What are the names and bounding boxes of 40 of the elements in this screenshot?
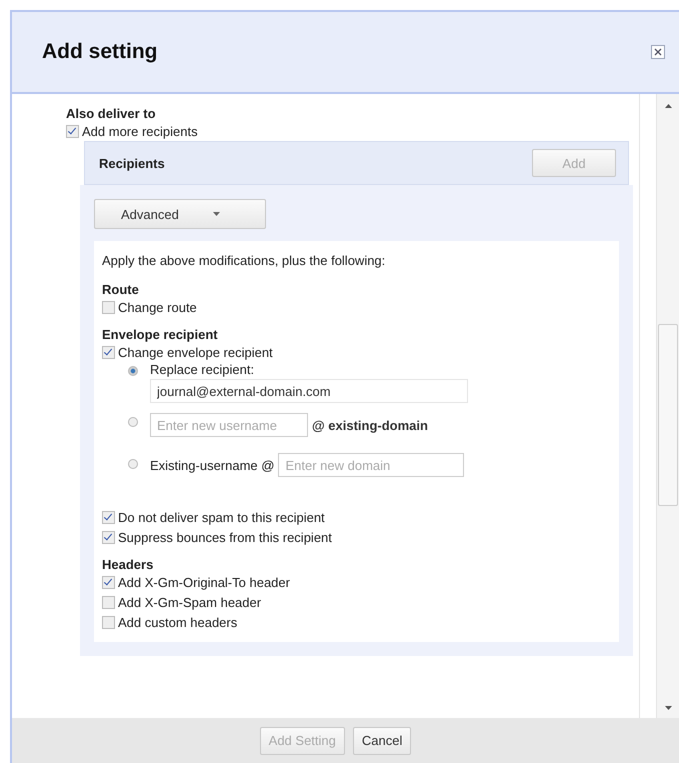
dialog-title: Add setting xyxy=(42,40,158,64)
section-heading: Headers xyxy=(102,557,154,572)
recipients-title: Recipients xyxy=(99,156,165,170)
section-heading: Also deliver to xyxy=(66,106,157,121)
checkbox-label: Add X-Gm-Original-To header xyxy=(118,574,290,590)
domain-field[interactable]: Enter new domain xyxy=(278,453,464,477)
checkbox-label: Add X-Gm-Spam header xyxy=(118,594,262,610)
dialog-button[interactable]: Cancel xyxy=(352,726,412,754)
section-heading: Envelope recipient xyxy=(102,327,219,342)
scrollbar[interactable] xyxy=(656,94,679,718)
checkbox-label: Change envelope recipient xyxy=(118,344,273,360)
scroll-up-icon[interactable] xyxy=(664,104,672,108)
advanced-dropdown[interactable]: Advanced xyxy=(94,199,266,229)
checkbox-label: Do not deliver spam to this recipient xyxy=(118,510,325,524)
recipient-field[interactable]: journal@external-domain.com xyxy=(150,379,468,403)
checkbox[interactable] xyxy=(102,576,115,588)
checkbox[interactable] xyxy=(102,510,115,524)
checkbox[interactable] xyxy=(102,530,115,544)
checkbox[interactable] xyxy=(102,596,115,608)
domain-text: @ existing-domain xyxy=(312,418,428,432)
scrollbar-thumb[interactable] xyxy=(658,324,678,506)
scroll-down-icon[interactable] xyxy=(664,706,672,710)
checkbox-label: Change route xyxy=(118,300,197,314)
checkbox-label: Add more recipients xyxy=(82,124,198,138)
username-text: Existing-username @ xyxy=(150,458,274,472)
checkbox[interactable] xyxy=(102,616,115,628)
radio-button[interactable] xyxy=(128,459,138,469)
checkbox-label: Suppress bounces from this recipient xyxy=(118,530,332,544)
radio-button[interactable] xyxy=(128,366,138,376)
checkbox[interactable] xyxy=(102,346,115,358)
checkbox[interactable] xyxy=(102,300,115,314)
radio-button[interactable] xyxy=(128,417,138,427)
section-heading: Route xyxy=(102,282,140,297)
radio-label: Replace recipient: xyxy=(150,362,256,377)
checkbox-label: Add custom headers xyxy=(118,614,238,630)
intro-text: Apply the above modifications, plus the following: xyxy=(102,253,386,268)
close-icon[interactable] xyxy=(651,45,665,59)
username-field[interactable]: Enter new username xyxy=(150,413,308,437)
checkbox[interactable] xyxy=(66,124,79,138)
caret-icon xyxy=(212,212,220,216)
